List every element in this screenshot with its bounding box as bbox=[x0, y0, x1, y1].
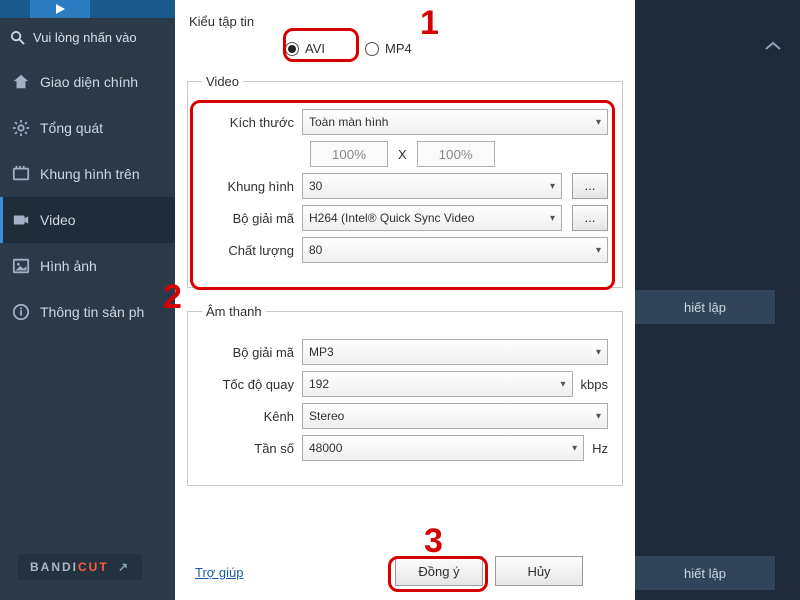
size-value: Toàn màn hình bbox=[309, 115, 388, 129]
video-group: Video Kích thước Toàn màn hình ▾ X Khung… bbox=[187, 74, 623, 288]
video-codec-value: H264 (Intel® Quick Sync Video bbox=[309, 211, 474, 225]
bitrate-label: Tốc độ quay bbox=[202, 377, 302, 392]
radio-dot-icon bbox=[365, 42, 379, 56]
channel-select[interactable]: Stereo ▾ bbox=[302, 403, 608, 429]
size-select[interactable]: Toàn màn hình ▾ bbox=[302, 109, 608, 135]
audio-legend: Âm thanh bbox=[202, 304, 266, 319]
audio-codec-select[interactable]: MP3 ▾ bbox=[302, 339, 608, 365]
chevron-down-icon: ▾ bbox=[596, 347, 601, 358]
dimension-separator: X bbox=[388, 147, 417, 162]
cancel-button[interactable]: Hủy bbox=[495, 556, 583, 586]
sidebar-item-label: Tổng quát bbox=[40, 120, 103, 136]
side-settings-button-2[interactable]: hiết lập bbox=[635, 556, 775, 590]
bitrate-select[interactable]: 192 ▾ bbox=[302, 371, 573, 397]
brand-badge[interactable]: BANDICUT ↗ bbox=[18, 554, 142, 580]
image-icon bbox=[12, 257, 30, 275]
search-placeholder: Vui lòng nhấn vào bbox=[33, 30, 137, 45]
radio-avi[interactable]: AVI bbox=[285, 41, 325, 56]
help-link[interactable]: Trợ giúp bbox=[195, 565, 244, 580]
file-type-label: Kiểu tập tin bbox=[175, 0, 635, 33]
channel-label: Kênh bbox=[202, 409, 302, 424]
chevron-down-icon: ▾ bbox=[550, 181, 555, 192]
channel-value: Stereo bbox=[309, 409, 344, 423]
codec-more-button[interactable]: ... bbox=[572, 205, 608, 231]
play-button[interactable] bbox=[30, 0, 90, 18]
fps-icon bbox=[12, 165, 30, 183]
video-codec-select[interactable]: H264 (Intel® Quick Sync Video ▾ bbox=[302, 205, 562, 231]
format-settings-dialog: Kiểu tập tin AVI MP4 Video Kích thước To… bbox=[175, 0, 635, 600]
search-icon bbox=[10, 30, 25, 45]
brand-text: BANDI bbox=[30, 560, 78, 574]
side-button-label: hiết lập bbox=[684, 566, 726, 581]
collapse-icon[interactable] bbox=[764, 40, 782, 52]
sidebar-item-label: Khung hình trên bbox=[40, 166, 140, 182]
sidebar-item-main[interactable]: Giao diện chính bbox=[0, 59, 175, 105]
video-icon bbox=[12, 211, 30, 229]
fps-select[interactable]: 30 ▾ bbox=[302, 173, 562, 199]
play-icon bbox=[53, 3, 67, 15]
gear-icon bbox=[12, 119, 30, 137]
side-button-label: hiết lập bbox=[684, 300, 726, 315]
chevron-down-icon: ▾ bbox=[596, 245, 601, 256]
side-settings-button-1[interactable]: hiết lập bbox=[635, 290, 775, 324]
audio-group: Âm thanh Bộ giải mã MP3 ▾ Tốc độ quay 19… bbox=[187, 304, 623, 486]
arrow-icon: ↗ bbox=[118, 560, 130, 574]
sidebar-item-info[interactable]: Thông tin sản ph bbox=[0, 289, 175, 335]
bitrate-value: 192 bbox=[309, 377, 329, 391]
quality-value: 80 bbox=[309, 243, 322, 257]
quality-label: Chất lượng bbox=[202, 243, 302, 258]
chevron-down-icon: ▾ bbox=[596, 411, 601, 422]
chevron-down-icon: ▾ bbox=[572, 443, 577, 454]
width-percent-input[interactable] bbox=[310, 141, 388, 167]
freq-label: Tần số bbox=[202, 441, 302, 456]
radio-dot-icon bbox=[285, 42, 299, 56]
chevron-down-icon: ▾ bbox=[550, 213, 555, 224]
radio-mp4[interactable]: MP4 bbox=[365, 41, 412, 56]
ok-button[interactable]: Đồng ý bbox=[395, 556, 483, 586]
sidebar-item-label: Giao diện chính bbox=[40, 74, 138, 90]
home-icon bbox=[12, 73, 30, 91]
sidebar-item-label: Video bbox=[40, 212, 76, 228]
sidebar-item-label: Thông tin sản ph bbox=[40, 304, 144, 320]
fps-more-button[interactable]: ... bbox=[572, 173, 608, 199]
sidebar-item-image[interactable]: Hình ảnh bbox=[0, 243, 175, 289]
sidebar-item-fps[interactable]: Khung hình trên bbox=[0, 151, 175, 197]
chevron-down-icon: ▾ bbox=[596, 117, 601, 128]
sidebar: Vui lòng nhấn vào Giao diện chính Tổng q… bbox=[0, 0, 175, 600]
codec-label: Bộ giải mã bbox=[202, 211, 302, 226]
brand-cut: CUT bbox=[78, 560, 109, 574]
height-percent-input[interactable] bbox=[417, 141, 495, 167]
radio-avi-label: AVI bbox=[305, 41, 325, 56]
freq-unit: Hz bbox=[592, 441, 608, 456]
sidebar-item-general[interactable]: Tổng quát bbox=[0, 105, 175, 151]
bitrate-unit: kbps bbox=[581, 377, 608, 392]
fps-label: Khung hình bbox=[202, 179, 302, 194]
freq-value: 48000 bbox=[309, 441, 342, 455]
chevron-down-icon: ▾ bbox=[561, 379, 566, 390]
sidebar-item-label: Hình ảnh bbox=[40, 258, 97, 274]
quality-select[interactable]: 80 ▾ bbox=[302, 237, 608, 263]
search-row[interactable]: Vui lòng nhấn vào bbox=[0, 18, 175, 59]
audio-codec-label: Bộ giải mã bbox=[202, 345, 302, 360]
sidebar-item-video[interactable]: Video bbox=[0, 197, 175, 243]
audio-codec-value: MP3 bbox=[309, 345, 334, 359]
title-bar bbox=[0, 0, 175, 18]
video-legend: Video bbox=[202, 74, 243, 89]
info-icon bbox=[12, 303, 30, 321]
radio-mp4-label: MP4 bbox=[385, 41, 412, 56]
freq-select[interactable]: 48000 ▾ bbox=[302, 435, 584, 461]
fps-value: 30 bbox=[309, 179, 322, 193]
size-label: Kích thước bbox=[202, 115, 302, 130]
